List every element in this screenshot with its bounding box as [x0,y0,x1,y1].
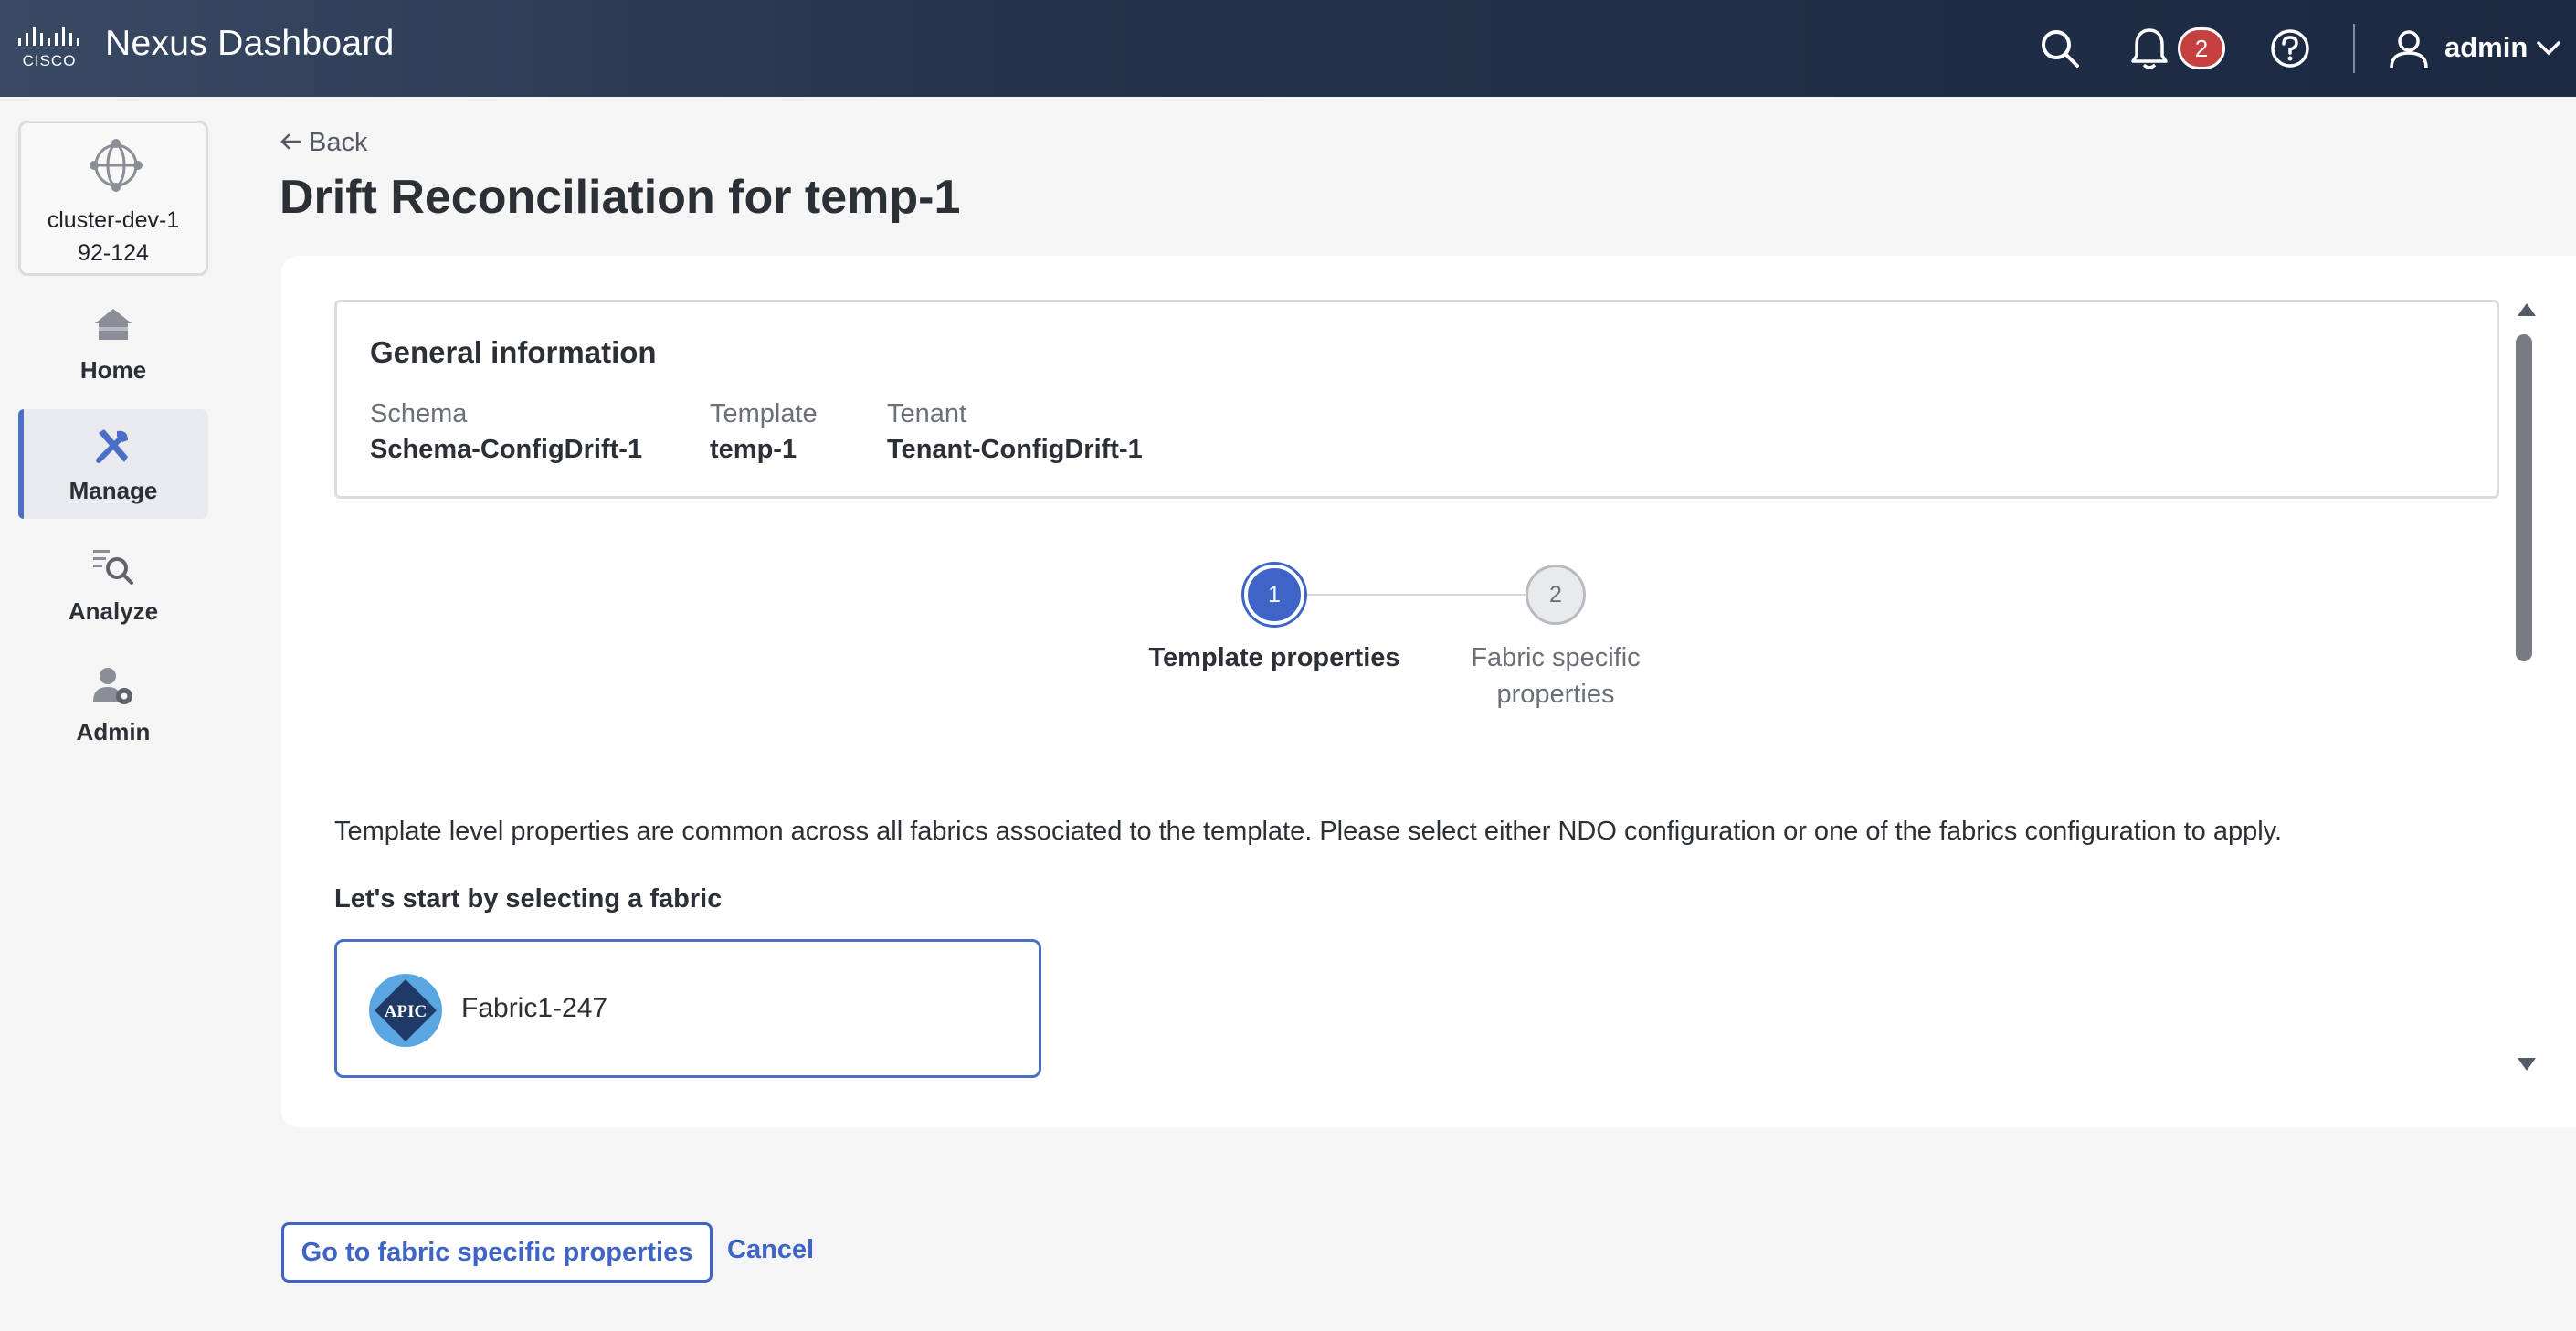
tenant-field: Tenant Tenant-ConfigDrift-1 [887,399,1143,465]
field-value: Schema-ConfigDrift-1 [370,435,643,464]
fabric-option-card[interactable]: APIC Fabric1-247 [334,939,1041,1078]
analyze-icon [91,544,135,588]
sidebar-item-label: Analyze [68,597,159,625]
sidebar-item-label: Admin [76,718,151,745]
home-icon [91,303,135,347]
chevron-down-icon[interactable] [2530,24,2567,73]
step-2-indicator[interactable]: 2 [1526,565,1586,625]
sidebar-item-manage[interactable]: Manage [18,409,208,519]
back-label: Back [309,128,368,157]
svg-text:CISCO: CISCO [23,52,77,69]
general-information-card: General information Schema Schema-Config… [334,300,2499,499]
template-field: Template temp-1 [710,399,818,465]
scroll-up-arrow-icon[interactable] [2518,303,2536,316]
field-label: Tenant [887,399,967,428]
field-value: temp-1 [710,435,797,464]
cisco-logo: CISCO [16,26,90,69]
sidebar-item-label: Manage [69,477,158,504]
step-1-indicator[interactable]: 1 [1244,565,1304,625]
search-icon[interactable] [2035,24,2085,73]
back-link[interactable]: Back [280,128,367,158]
field-label: Template [710,399,818,428]
cancel-button[interactable]: Cancel [727,1235,814,1265]
tools-icon [91,424,135,468]
vertical-scrollbar[interactable] [2510,303,2539,1071]
sidebar-item-label: Home [79,356,147,384]
help-icon[interactable] [2265,24,2315,73]
admin-icon [91,665,135,709]
step-2-label: Fabric specific properties [1471,643,1641,709]
field-value: Tenant-ConfigDrift-1 [887,435,1143,464]
cluster-name: cluster-dev-1 92-124 [47,207,180,266]
cluster-selector[interactable]: cluster-dev-1 92-124 [18,121,208,276]
fabric-name: Fabric1-247 [461,993,608,1023]
notification-badge: 2 [2178,27,2225,69]
content-panel: General information Schema Schema-Config… [281,256,2576,1127]
general-information-title: General information [370,335,657,369]
description-text: Template level properties are common acr… [334,817,2283,846]
user-name[interactable]: admin [2444,31,2528,64]
sidebar-item-home[interactable]: Home [18,289,208,398]
schema-field: Schema Schema-ConfigDrift-1 [370,399,642,465]
sidebar-item-admin[interactable]: Admin [18,650,208,760]
top-bar: CISCO Nexus Dashboard 2 admin [0,0,2576,97]
top-divider [2353,24,2355,73]
page-title: Drift Reconciliation for temp-1 [280,171,961,224]
app-title: Nexus Dashboard [105,24,395,63]
svg-text:APIC: APIC [385,1002,427,1021]
scroll-down-arrow-icon[interactable] [2518,1058,2536,1071]
sidebar: cluster-dev-1 92-124 Home Manage Analyze… [0,97,225,1331]
sidebar-item-analyze[interactable]: Analyze [18,530,208,639]
user-icon[interactable] [2384,24,2433,73]
select-fabric-title: Let's start by selecting a fabric [334,884,723,914]
cluster-globe-icon [89,138,143,193]
scroll-thumb[interactable] [2516,334,2532,661]
go-to-fabric-properties-button[interactable]: Go to fabric specific properties [281,1222,713,1283]
step-1-label: Template properties [1148,643,1400,672]
arrow-left-icon [280,128,301,158]
apic-icon: APIC [368,973,443,1048]
bell-icon[interactable] [2125,24,2174,73]
field-label: Schema [370,399,468,428]
